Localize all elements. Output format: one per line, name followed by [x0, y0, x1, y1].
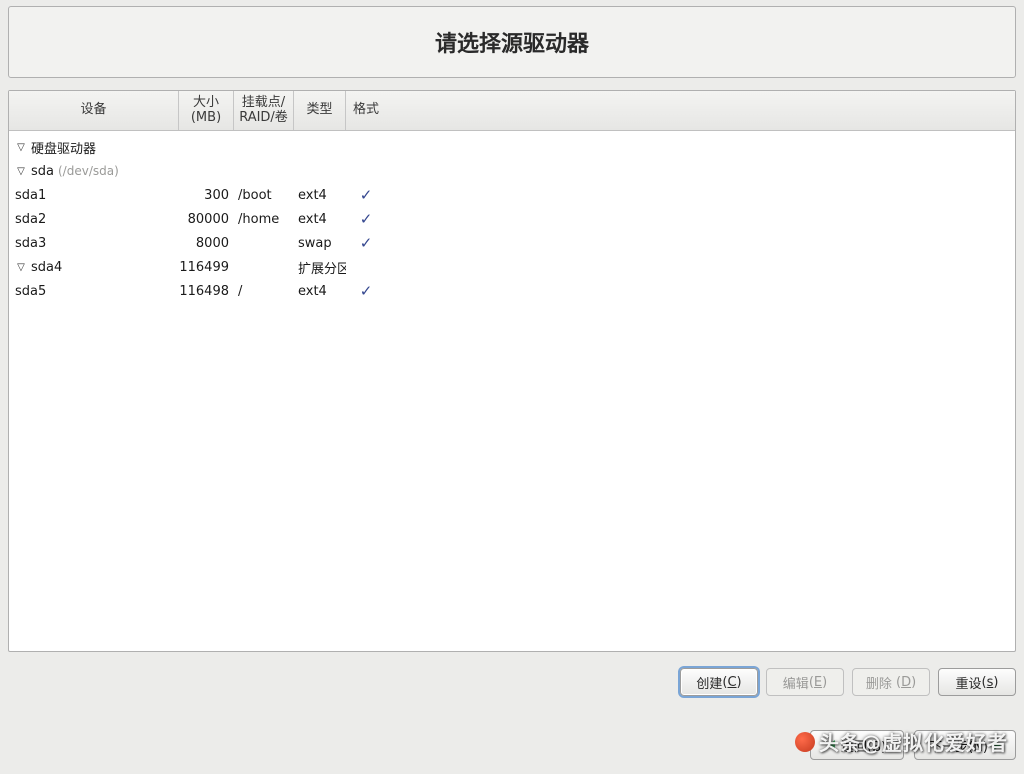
part-size: 80000 — [179, 212, 234, 227]
part-name: sda4 — [31, 260, 62, 275]
part-format: ✓ — [346, 210, 386, 228]
table-row[interactable]: ▽ sda4 116499 扩展分区 — [9, 255, 1015, 279]
check-icon: ✓ — [360, 210, 373, 228]
partition-table: 设备 大小 (MB) 挂载点/ RAID/卷 类型 格式 ▽ 硬盘驱动器 ▽ s… — [8, 90, 1016, 652]
reset-button[interactable]: 重设(s) — [938, 668, 1016, 696]
check-icon: ✓ — [360, 186, 373, 204]
check-icon: ✓ — [360, 234, 373, 252]
check-icon: ✓ — [360, 282, 373, 300]
col-size[interactable]: 大小 (MB) — [179, 91, 234, 130]
part-type: 扩展分区 — [294, 258, 346, 277]
part-mount: /boot — [234, 188, 294, 203]
next-button[interactable]: 下一步(N) — [914, 730, 1016, 760]
part-size: 116498 — [179, 284, 234, 299]
arrow-left-icon — [828, 740, 835, 750]
edit-button: 编辑(E) — [766, 668, 844, 696]
arrow-right-icon — [994, 740, 1001, 750]
disk-hint: (/dev/sda) — [58, 164, 119, 178]
table-body: ▽ 硬盘驱动器 ▽ sda (/dev/sda) sda1300/bootext… — [9, 131, 1015, 651]
action-buttons: 创建(C) 编辑(E) 删除 (D) 重设(s) — [680, 668, 1016, 696]
table-row[interactable]: sda2 80000/homeext4 ✓ — [9, 207, 1015, 231]
col-format[interactable]: 格式 — [346, 91, 386, 130]
part-format: ✓ — [346, 282, 386, 300]
expander-icon[interactable]: ▽ — [15, 142, 27, 153]
part-mount: /home — [234, 212, 294, 227]
part-name: sda1 — [15, 188, 46, 203]
part-type: ext4 — [294, 188, 346, 203]
col-mount[interactable]: 挂载点/ RAID/卷 — [234, 91, 294, 130]
back-button[interactable]: 返回(B) — [810, 730, 904, 760]
part-format: ✓ — [346, 234, 386, 252]
table-row[interactable]: sda3 8000 swap ✓ — [9, 231, 1015, 255]
tree-root-row[interactable]: ▽ 硬盘驱动器 — [9, 135, 1015, 159]
tree-root-label: 硬盘驱动器 — [31, 138, 96, 157]
delete-button: 删除 (D) — [852, 668, 930, 696]
table-row[interactable]: sda5 116498/ext4 ✓ — [9, 279, 1015, 303]
part-name: sda3 — [15, 236, 46, 251]
part-size: 300 — [179, 188, 234, 203]
part-type: swap — [294, 236, 346, 251]
part-type: ext4 — [294, 284, 346, 299]
table-row[interactable]: sda1 300/bootext4 ✓ — [9, 183, 1015, 207]
page-title: 请选择源驱动器 — [435, 26, 589, 58]
part-format: ✓ — [346, 186, 386, 204]
create-button[interactable]: 创建(C) — [680, 668, 758, 696]
part-mount: / — [234, 284, 294, 299]
expander-icon[interactable]: ▽ — [15, 262, 27, 273]
part-size: 116499 — [179, 260, 234, 275]
part-name: sda5 — [15, 284, 46, 299]
expander-icon[interactable]: ▽ — [15, 166, 27, 177]
part-size: 8000 — [179, 236, 234, 251]
table-header: 设备 大小 (MB) 挂载点/ RAID/卷 类型 格式 — [9, 91, 1015, 131]
col-type[interactable]: 类型 — [294, 91, 346, 130]
part-name: sda2 — [15, 212, 46, 227]
col-device[interactable]: 设备 — [9, 91, 179, 130]
disk-name: sda — [31, 164, 54, 179]
part-type: ext4 — [294, 212, 346, 227]
page-title-box: 请选择源驱动器 — [8, 6, 1016, 78]
disk-row[interactable]: ▽ sda (/dev/sda) — [9, 159, 1015, 183]
nav-buttons: 返回(B) 下一步(N) — [810, 730, 1016, 760]
